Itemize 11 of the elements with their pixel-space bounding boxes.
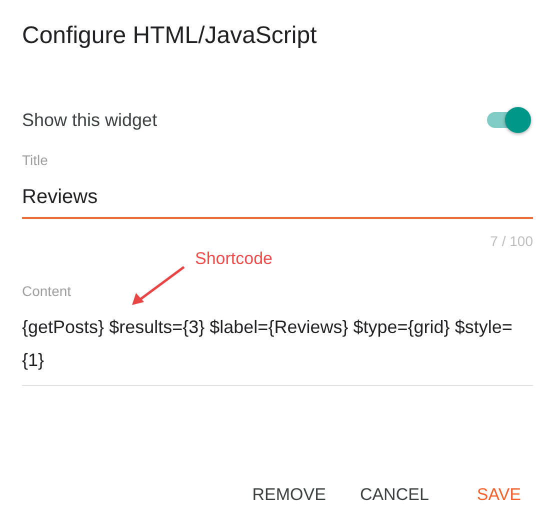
character-counter: 7 / 100	[490, 233, 533, 249]
dialog-button[interactable]: CANCEL	[348, 477, 441, 513]
annotation-label: Shortcode	[195, 249, 272, 269]
dialog-button[interactable]: REMOVE	[240, 477, 338, 513]
toggle-label: Show this widget	[22, 110, 158, 130]
toggle-switch[interactable]	[485, 105, 533, 135]
field-label: Content	[22, 283, 72, 299]
dialog-title: Configure HTML/JavaScript	[22, 22, 318, 50]
content-field[interactable]: {getPosts} $results={3} $label={Reviews} $type={grid} $style={1}	[22, 311, 533, 386]
annotation-arrow	[130, 265, 186, 307]
field-label: Title	[22, 152, 49, 168]
